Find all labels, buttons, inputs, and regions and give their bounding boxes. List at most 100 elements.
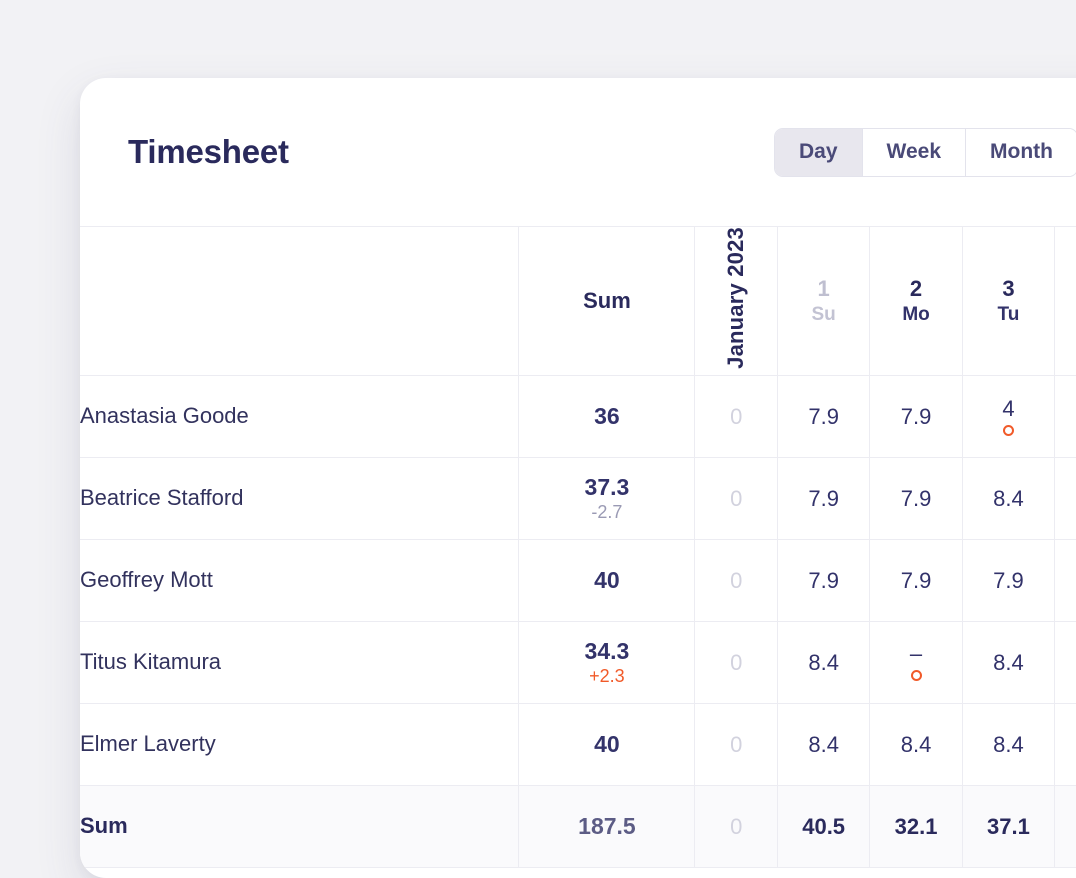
hours-value: 7.9 (963, 569, 1054, 592)
employee-sum-cell: 40 (519, 703, 695, 785)
hours-value: 7.9 (778, 405, 869, 428)
day-number: 2 (870, 277, 961, 302)
table-row[interactable]: Geoffrey Mott 40 0 7.9 7.9 (80, 539, 1076, 621)
header-day-4[interactable]: 4 We (1055, 227, 1076, 376)
totals-value: 0 (695, 815, 777, 838)
hours-cell[interactable]: 0 (695, 539, 778, 621)
sum-value: 36 (519, 404, 694, 429)
day-number: 3 (963, 277, 1054, 302)
hours-cell[interactable]: 8.4 (870, 703, 962, 785)
hours-cell[interactable]: 4 (962, 375, 1054, 457)
hours-cell[interactable]: 0 (695, 457, 778, 539)
hours-value: 8.4 (778, 733, 869, 756)
view-range-segmented-control[interactable]: Day Week Month (774, 128, 1076, 177)
header-day-3[interactable]: 3 Tu (962, 227, 1054, 376)
day-weekday: Mo (870, 304, 961, 325)
hours-value: 7.9 (870, 405, 961, 428)
totals-day-cell: 40.5 (777, 785, 869, 867)
hours-cell[interactable] (1055, 703, 1076, 785)
totals-day-cell: 37.1 (962, 785, 1054, 867)
hours-cell[interactable]: 0 (695, 703, 778, 785)
header-cell-name (80, 227, 519, 376)
hours-value: 8.4 (963, 651, 1054, 674)
sum-delta: -2.7 (519, 503, 694, 522)
page-root: Timesheet Day Week Month Sum J (0, 0, 1076, 861)
totals-value: 32.1 (870, 815, 961, 838)
hours-cell[interactable] (1055, 539, 1076, 621)
hours-cell[interactable]: 8.4 (962, 457, 1054, 539)
hours-cell[interactable]: 7.9 (870, 375, 962, 457)
totals-day-cell: 0 (695, 785, 778, 867)
card-header: Timesheet Day Week Month (80, 78, 1076, 226)
attention-ring-icon (911, 670, 922, 681)
header-day-2[interactable]: 2 Mo (870, 227, 962, 376)
totals-value: 4 (1055, 815, 1076, 838)
employee-name: Titus Kitamura (80, 621, 519, 703)
totals-value: 40.5 (778, 815, 869, 838)
attention-ring-icon (1003, 425, 1014, 436)
hours-value: 7.9 (870, 569, 961, 592)
hours-value: 8.4 (778, 651, 869, 674)
totals-day-cell: 32.1 (870, 785, 962, 867)
timesheet-table-wrapper: Sum January 2023 1 Su 2 Mo (80, 226, 1076, 868)
employee-name: Anastasia Goode (80, 375, 519, 457)
header-row: Sum January 2023 1 Su 2 Mo (80, 227, 1076, 376)
month-label: January 2023 (723, 227, 749, 369)
tab-week[interactable]: Week (863, 129, 966, 176)
table-body: Anastasia Goode 36 0 7.9 7.9 (80, 375, 1076, 867)
hours-value: – (870, 643, 961, 665)
tab-month[interactable]: Month (966, 129, 1076, 176)
hours-cell[interactable] (1055, 621, 1076, 703)
employee-name: Beatrice Stafford (80, 457, 519, 539)
hours-value: 7.9 (870, 487, 961, 510)
hours-cell[interactable] (1055, 375, 1076, 457)
day-number: 4 (1055, 277, 1076, 302)
employee-name: Geoffrey Mott (80, 539, 519, 621)
employee-sum-cell: 37.3 -2.7 (519, 457, 695, 539)
hours-cell[interactable]: 8.4 (962, 621, 1054, 703)
hours-value: 0 (695, 569, 777, 592)
hours-cell[interactable] (1055, 457, 1076, 539)
table-row[interactable]: Beatrice Stafford 37.3 -2.7 0 7.9 7.9 (80, 457, 1076, 539)
hours-cell[interactable]: 7.9 (777, 457, 869, 539)
hours-cell[interactable]: 8.4 (777, 621, 869, 703)
hours-cell[interactable]: 0 (695, 375, 778, 457)
table-row-totals: Sum 187.5 0 40.5 32.1 (80, 785, 1076, 867)
hours-value: 7.9 (778, 487, 869, 510)
employee-name: Elmer Laverty (80, 703, 519, 785)
hours-cell[interactable]: 7.9 (777, 375, 869, 457)
hours-cell[interactable]: – (870, 621, 962, 703)
day-weekday: We (1055, 304, 1076, 325)
hours-value: 8.4 (963, 733, 1054, 756)
sum-value: 40 (519, 732, 694, 757)
hours-value: 4 (963, 397, 1054, 420)
table-head: Sum January 2023 1 Su 2 Mo (80, 227, 1076, 376)
month-label-cell: January 2023 (695, 227, 778, 376)
sum-delta: +2.3 (519, 667, 694, 686)
hours-cell[interactable]: 7.9 (777, 539, 869, 621)
table-row[interactable]: Anastasia Goode 36 0 7.9 7.9 (80, 375, 1076, 457)
hours-cell[interactable]: 7.9 (870, 539, 962, 621)
hours-cell[interactable]: 0 (695, 621, 778, 703)
hours-value: 0 (695, 487, 777, 510)
table-row[interactable]: Elmer Laverty 40 0 8.4 8.4 (80, 703, 1076, 785)
hours-value: 0 (695, 733, 777, 756)
tab-day[interactable]: Day (775, 129, 863, 176)
hours-cell[interactable]: 8.4 (962, 703, 1054, 785)
sum-value: 40 (519, 568, 694, 593)
hours-cell[interactable]: 7.9 (962, 539, 1054, 621)
totals-day-cell: 4 (1055, 785, 1076, 867)
totals-label: Sum (80, 785, 519, 867)
totals-sum-value: 187.5 (519, 814, 694, 839)
day-weekday: Tu (963, 304, 1054, 325)
hours-cell[interactable]: 8.4 (777, 703, 869, 785)
day-number: 1 (778, 277, 869, 302)
hours-value: 0 (695, 651, 777, 674)
header-day-1[interactable]: 1 Su (777, 227, 869, 376)
totals-sum-cell: 187.5 (519, 785, 695, 867)
employee-sum-cell: 40 (519, 539, 695, 621)
header-cell-sum: Sum (519, 227, 695, 376)
hours-cell[interactable]: 7.9 (870, 457, 962, 539)
table-row[interactable]: Titus Kitamura 34.3 +2.3 0 8.4 – (80, 621, 1076, 703)
hours-value: 7.9 (778, 569, 869, 592)
